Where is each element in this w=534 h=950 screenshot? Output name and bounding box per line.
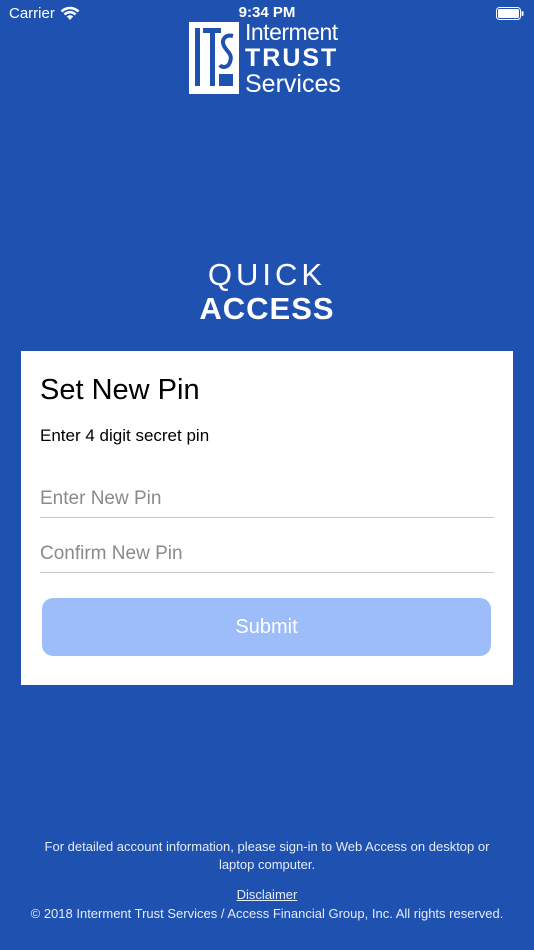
card-title: Set New Pin [40, 374, 200, 406]
footer-copyright: © 2018 Interment Trust Services / Access… [30, 906, 504, 921]
footer-info: For detailed account information, please… [44, 839, 490, 872]
logo-mark-icon [189, 22, 239, 94]
quick-access-line-1: QUICK [207, 257, 327, 292]
logo-line-2: TRUST [245, 44, 339, 72]
battery-icon [496, 7, 524, 20]
company-logo: Interment TRUST Services [189, 20, 349, 97]
disclaimer-link[interactable]: Disclaimer [237, 887, 298, 902]
logo-line-3: Services [245, 70, 341, 98]
disclaimer-container: Disclaimer [0, 887, 534, 902]
logo-wordmark: Interment TRUST Services [245, 20, 341, 97]
card-subtitle: Enter 4 digit secret pin [40, 426, 210, 445]
new-pin-input[interactable] [40, 481, 494, 518]
logo-line-1: Interment [245, 19, 338, 45]
quick-access-line-2: ACCESS [199, 291, 335, 326]
submit-button[interactable]: Submit [42, 598, 491, 656]
quick-access-title: QUICK ACCESS [0, 259, 534, 324]
confirm-pin-input[interactable] [40, 536, 494, 573]
set-pin-card: Set New Pin Enter 4 digit secret pin Sub… [21, 351, 513, 685]
